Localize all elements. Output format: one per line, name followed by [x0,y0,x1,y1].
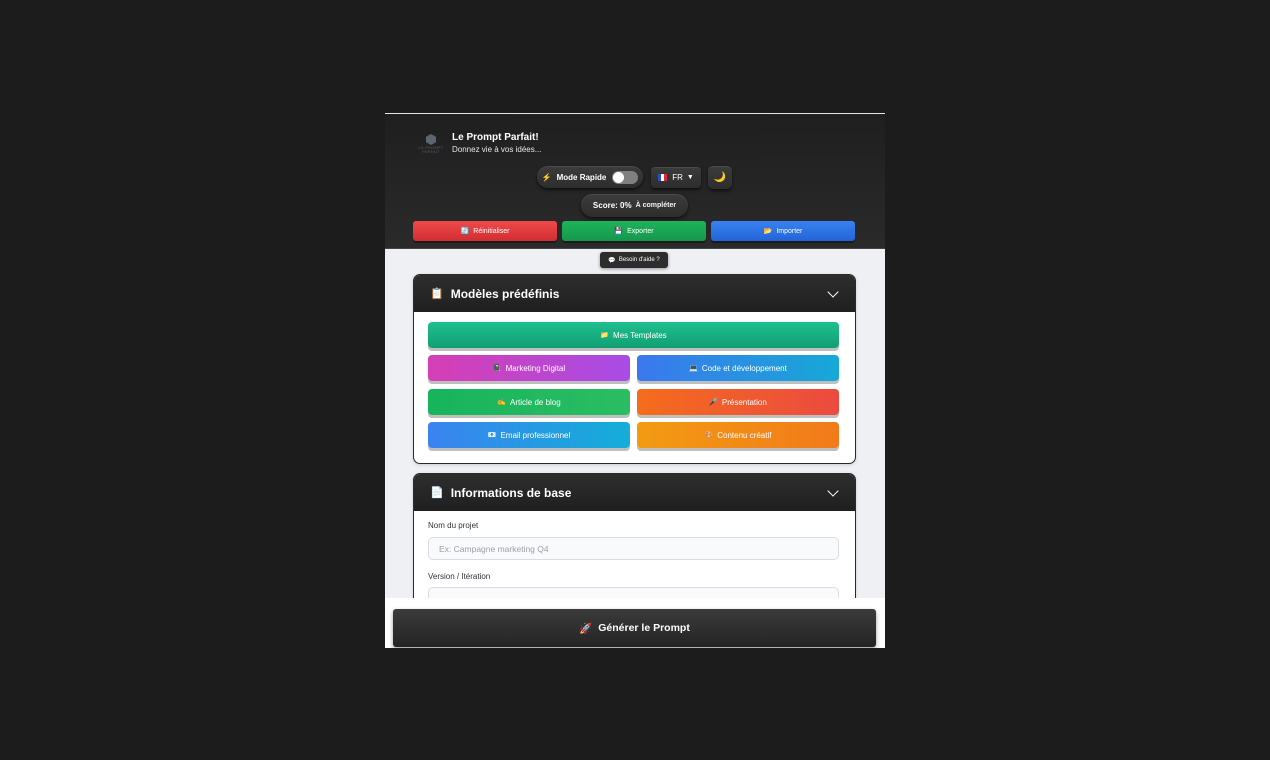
notebook-icon: 📓 [492,365,502,372]
template-marketing-button[interactable]: 📓 Marketing Digital [428,355,630,381]
template-label: Article de blog [510,397,561,407]
microphone-icon: 🎤 [709,399,718,406]
document-icon: 📄 [430,487,444,499]
clipboard-icon: 📋 [430,288,444,300]
import-label: Importer [776,227,803,235]
reset-button[interactable]: 🔄 Réinitialiser [413,221,557,241]
app-title: Le Prompt Parfait! [452,132,539,143]
speech-bubble-icon: 💬 [608,257,616,264]
logo-text: LE PROMPT PARFAIT [418,145,444,154]
template-label: Contenu créatif [717,430,772,440]
template-label: Email professionnel [500,430,571,440]
template-label: Marketing Digital [505,363,566,373]
score-badge: Score: 0% À compléter [581,194,688,217]
project-name-label: Nom du projet [428,521,479,530]
template-creative-button[interactable]: 🎨 Contenu créatif [637,422,839,448]
my-templates-button[interactable]: 📁 Mes Templates [428,322,839,348]
basic-info-title: Informations de base [450,485,572,500]
refresh-icon: 🔄 [460,228,470,235]
template-label: Présentation [721,397,767,407]
french-flag-icon [658,174,668,181]
export-label: Exporter [627,227,654,235]
email-icon: 📧 [487,432,497,439]
template-email-button[interactable]: 📧 Email professionnel [428,422,630,448]
export-button[interactable]: 💾 Exporter [562,221,706,241]
template-blog-button[interactable]: ✍️ Article de blog [428,389,630,415]
help-button[interactable]: 💬 Besoin d'aide ? [600,252,668,268]
generate-bar: 🚀 Générer le Prompt [385,598,885,648]
template-code-button[interactable]: 💻 Code et développement [637,355,839,381]
mode-rapide-toggle[interactable]: ⚡ Mode Rapide [537,166,643,188]
caret-down-icon: ▼ [686,174,694,181]
language-select[interactable]: FR ▼ [651,167,701,188]
generate-prompt-button[interactable]: 🚀 Générer le Prompt [393,609,876,647]
chevron-down-icon[interactable] [827,485,839,497]
language-value: FR [672,173,683,182]
rocket-icon: 🚀 [579,622,593,635]
app-subtitle: Donnez vie à vos idées... [452,145,542,154]
header: LE PROMPT PARFAIT Le Prompt Parfait! Don… [385,114,885,249]
logo: LE PROMPT PARFAIT [415,128,447,160]
templates-title: Modèles prédéfinis [450,286,560,301]
folder-icon: 📁 [600,332,610,339]
template-presentation-button[interactable]: 🎤 Présentation [637,389,839,415]
template-label: Code et développement [701,363,787,373]
laptop-icon: 💻 [689,365,698,372]
generate-label: Générer le Prompt [598,622,690,634]
templates-card: 📋 Modèles prédéfinis 📁 Mes Templates 📓 M… [413,274,856,464]
score-label: Score: 0% [592,201,632,210]
app-window: LE PROMPT PARFAIT Le Prompt Parfait! Don… [385,113,885,648]
logo-hex-icon [426,134,436,145]
mode-label: Mode Rapide [556,172,607,182]
my-templates-label: Mes Templates [613,330,667,340]
reset-label: Réinitialiser [473,227,510,235]
switch-knob [613,171,625,183]
palette-icon: 🎨 [704,432,714,439]
chevron-down-icon[interactable] [827,286,839,298]
mode-switch[interactable] [612,170,639,184]
theme-toggle-button[interactable]: 🌙 [708,166,732,189]
moon-icon: 🌙 [713,172,727,183]
folder-icon: 📂 [763,228,773,235]
project-name-input[interactable]: Ex: Campagne marketing Q4 [428,537,839,560]
lightning-icon: ⚡ [541,172,552,182]
help-label: Besoin d'aide ? [618,257,660,263]
save-icon: 💾 [614,228,624,235]
writing-hand-icon: ✍️ [497,399,506,406]
brand: LE PROMPT PARFAIT Le Prompt Parfait! Don… [415,128,542,160]
version-label: Version / Itération [428,572,491,581]
import-button[interactable]: 📂 Importer [711,221,855,241]
templates-header[interactable]: 📋 Modèles prédéfinis [414,275,855,312]
basic-info-header[interactable]: 📄 Informations de base [414,474,855,511]
score-status: À compléter [635,202,677,209]
